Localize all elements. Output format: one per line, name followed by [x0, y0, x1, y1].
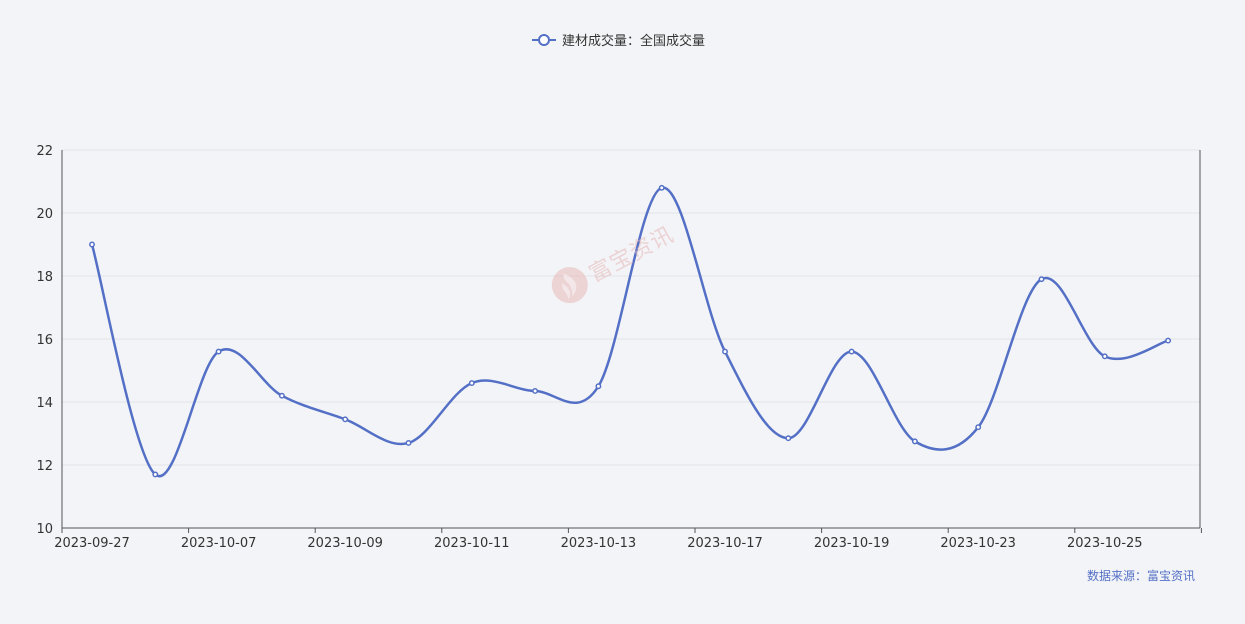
y-tick-label: 22 — [36, 144, 53, 159]
y-tick-label: 14 — [36, 396, 53, 411]
data-point — [785, 435, 792, 442]
chart-root: 10 12 14 16 18 20 22 2023-09-27 2023-10-07 2023-… — [0, 0, 1245, 624]
data-point — [532, 388, 539, 394]
y-tick-label: 20 — [36, 207, 53, 222]
x-tick-label: 2023-10-13 — [561, 536, 637, 551]
x-tick-label: 2023-10-25 — [1067, 536, 1143, 551]
data-point — [848, 348, 855, 355]
x-tick-label: 2023-10-07 — [181, 536, 257, 551]
axes — [61, 150, 1202, 533]
legend[interactable]: 建材成交量：全国成交量 — [532, 30, 705, 49]
x-tick-labels: 2023-09-27 2023-10-07 2023-10-09 2023-10-11… — [54, 536, 1142, 551]
data-point — [1038, 276, 1045, 283]
data-source: 数据来源：富宝资讯 — [1086, 569, 1195, 583]
data-point — [152, 471, 159, 478]
data-point — [975, 424, 982, 431]
data-point — [595, 383, 602, 390]
data-point — [1101, 353, 1108, 360]
data-point — [278, 392, 285, 399]
legend-line-marker-icon — [532, 33, 556, 46]
x-tick-label: 2023-09-27 — [54, 536, 130, 551]
y-tick-label: 10 — [36, 522, 53, 537]
y-tick-label: 12 — [36, 459, 53, 474]
series-group — [89, 184, 1172, 478]
data-point — [911, 438, 918, 445]
x-tick-label: 2023-10-11 — [434, 536, 510, 551]
data-point — [658, 184, 665, 191]
data-point — [468, 380, 475, 387]
x-tick-label: 2023-10-23 — [940, 536, 1016, 551]
data-point — [215, 348, 222, 355]
grid-lines — [62, 149, 1200, 466]
x-tick-label: 2023-10-19 — [814, 536, 890, 551]
data-point — [1165, 337, 1172, 344]
y-tick-label: 16 — [36, 333, 53, 348]
y-tick-label: 18 — [36, 270, 53, 285]
y-tick-labels: 10 12 14 16 18 20 22 — [36, 144, 53, 537]
x-tick-label: 2023-10-17 — [687, 536, 763, 551]
data-point — [722, 348, 728, 355]
data-point — [405, 440, 412, 446]
data-point — [342, 416, 349, 423]
data-point — [89, 241, 95, 248]
x-tick-label: 2023-10-09 — [307, 536, 383, 551]
chart-canvas: 10121416182022 2023-09-27 2023-10-07 2023-… — [36, 144, 1202, 551]
legend-label: 建材成交量：全国成交量 — [562, 34, 706, 49]
